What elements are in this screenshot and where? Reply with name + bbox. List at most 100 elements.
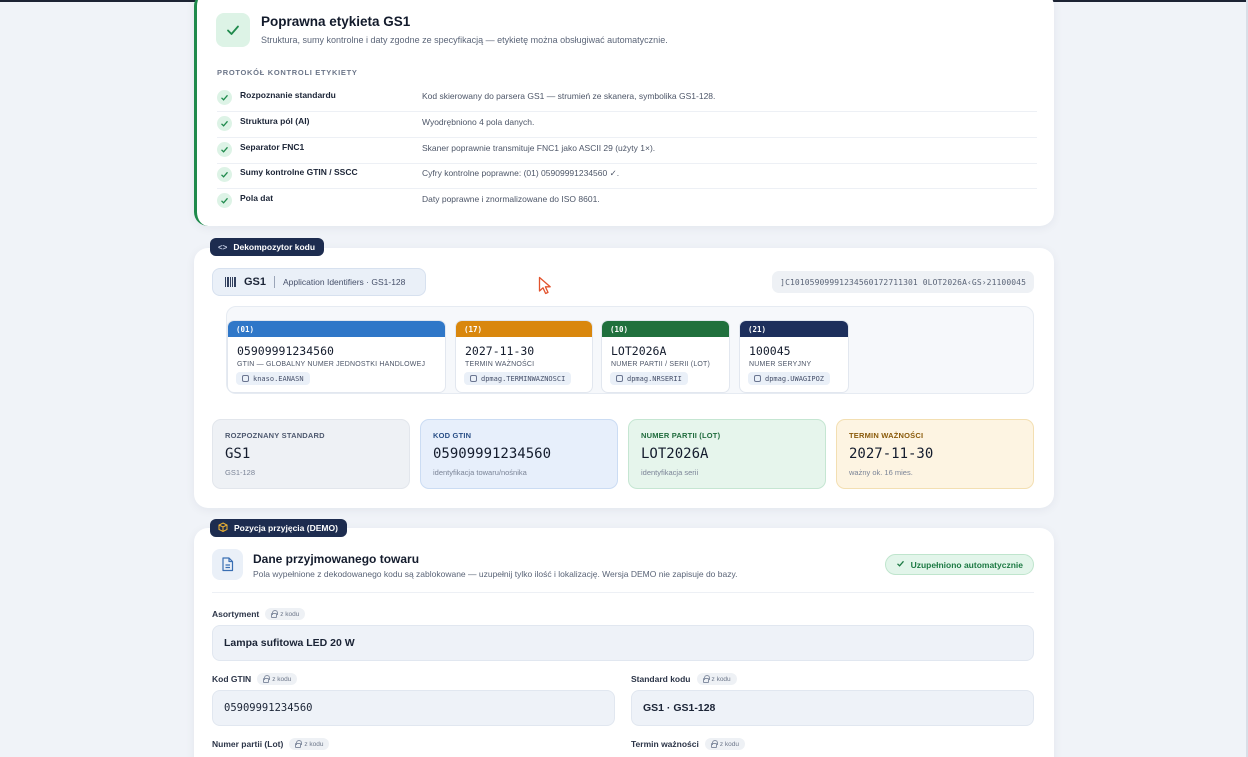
summary-sub: ważny ok. 16 mies. — [849, 468, 913, 477]
field-label-text: Asortyment — [212, 609, 260, 619]
database-icon — [616, 375, 623, 382]
check-icon — [217, 167, 232, 182]
standard-field[interactable]: GS1 · GS1-128 — [631, 690, 1034, 726]
db-field-tag: knaso.EANASN — [236, 372, 310, 385]
barcode-icon — [225, 277, 236, 287]
db-field-tag: dpmag.NRSERII — [610, 372, 688, 385]
auto-filled-badge: Uzupełniono automatycznie — [884, 554, 1034, 575]
ai-value: LOT2026A — [611, 344, 667, 358]
protocol-row: Rozpoznanie standardu Kod skierowany do … — [217, 86, 1037, 112]
summary-standard: ROZPOZNANY STANDARD GS1 GS1-128 — [212, 419, 410, 489]
ai-label: NUMER SERYJNY — [749, 361, 812, 368]
ai-code: (21) — [740, 321, 848, 337]
field-label-text: Numer partii (Lot) — [212, 739, 284, 749]
summary-lot: NUMER PARTII (LOT) LOT2026A identyfikacj… — [628, 419, 826, 489]
summary-title: NUMER PARTII (LOT) — [641, 431, 721, 440]
divider — [212, 592, 1034, 593]
check-desc: Wyodrębniono 4 pola danych. — [422, 117, 535, 127]
summary-value: LOT2026A — [641, 446, 709, 462]
from-code-tag: z kodu — [696, 673, 737, 685]
check-name: Pola dat — [240, 193, 274, 203]
ai-label: GTIN — GLOBALNY NUMER JEDNOSTKI HANDLOWE… — [237, 361, 426, 368]
ai-box-17: (17) 2027-11-30 TERMIN WAŻNOŚCI dpmag.TE… — [455, 320, 593, 393]
lot-label: Numer partii (Lot) z kodu — [212, 738, 330, 750]
db-field-name: dpmag.TERMINWAZNOSCI — [481, 374, 566, 383]
gtin-field[interactable]: 05909991234560 — [212, 690, 615, 726]
summary-title: TERMIN WAŻNOŚCI — [849, 431, 924, 440]
protocol-row: Pola dat Daty poprawne i znormalizowane … — [217, 189, 1037, 215]
check-desc: Daty poprawne i znormalizowane do ISO 86… — [422, 194, 600, 204]
summary-sub: identyfikacja towaru/nośnika — [433, 468, 527, 477]
receipt-form-card: Dane przyjmowanego towaru Pola wypełnion… — [194, 528, 1054, 757]
from-code-tag: z kodu — [257, 673, 298, 685]
decoder-section-pill: <> Dekompozytor kodu — [210, 238, 325, 256]
asortyment-field[interactable]: Lampa sufitowa LED 20 W — [212, 625, 1034, 661]
summary-sub: identyfikacja serii — [641, 468, 699, 477]
db-field-name: dpmag.NRSERII — [627, 374, 682, 383]
summary-expiry: TERMIN WAŻNOŚCI 2027-11-30 ważny ok. 16 … — [836, 419, 1034, 489]
protocol-label: PROTOKÓŁ KONTROLI ETYKIETY — [217, 68, 358, 77]
check-name: Struktura pól (AI) — [240, 116, 310, 126]
lock-tag-label: z kodu — [304, 740, 324, 748]
ai-code: (01) — [228, 321, 445, 337]
ai-box-01: (01) 05909991234560 GTIN — GLOBALNY NUME… — [227, 320, 446, 393]
check-desc: Cyfry kontrolne poprawne: (01) 059099912… — [422, 168, 620, 178]
from-code-tag: z kodu — [289, 738, 330, 750]
database-icon — [754, 375, 761, 382]
summary-value: 2027-11-30 — [849, 446, 934, 462]
from-code-tag: z kodu — [265, 608, 306, 620]
protocol-row: Sumy kontrolne GTIN / SSCC Cyfry kontrol… — [217, 163, 1037, 189]
document-icon — [212, 549, 243, 580]
chip-separator — [274, 276, 276, 288]
ai-value: 05909991234560 — [237, 344, 334, 358]
summary-title: ROZPOZNANY STANDARD — [225, 431, 325, 440]
standard-name: GS1 — [244, 276, 267, 288]
check-icon — [217, 116, 232, 131]
expiry-label: Termin ważności z kodu — [631, 738, 746, 750]
standard-description: Application Identifiers · GS1-128 — [283, 277, 406, 287]
db-field-tag: dpmag.UWAGIPOZ — [748, 372, 831, 385]
check-icon — [896, 559, 905, 570]
decoder-pill-label: Dekompozytor kodu — [233, 242, 316, 252]
lock-tag-label: z kodu — [272, 675, 292, 683]
check-icon — [217, 142, 232, 157]
check-icon — [217, 193, 232, 208]
database-icon — [470, 375, 477, 382]
ai-fields-panel: (01) 05909991234560 GTIN — GLOBALNY NUME… — [226, 306, 1034, 394]
gtin-label: Kod GTIN z kodu — [212, 673, 298, 685]
db-field-name: dpmag.UWAGIPOZ — [765, 374, 825, 383]
check-name: Separator FNC1 — [240, 142, 305, 152]
field-label-text: Kod GTIN — [212, 674, 252, 684]
auto-filled-label: Uzupełniono automatycznie — [910, 559, 1023, 570]
protocol-row: Separator FNC1 Skaner poprawnie transmit… — [217, 138, 1037, 164]
validation-card: Poprawna etykieta GS1 Struktura, sumy ko… — [194, 0, 1054, 226]
validation-title: Poprawna etykieta GS1 — [261, 14, 411, 29]
check-name: Rozpoznanie standardu — [240, 90, 336, 100]
raw-code: ]C10105909991234560172711301 0LOT2026A‹G… — [772, 271, 1034, 293]
receipt-pill-label: Pozycja przyjęcia (DEMO) — [234, 523, 338, 533]
box-icon — [218, 522, 228, 534]
check-desc: Skaner poprawnie transmituje FNC1 jako A… — [422, 143, 656, 153]
summary-gtin: KOD GTIN 05909991234560 identyfikacja to… — [420, 419, 618, 489]
lock-icon — [702, 674, 710, 683]
decoder-card: GS1 Application Identifiers · GS1-128 ]C… — [194, 248, 1054, 508]
summary-value: 05909991234560 — [433, 446, 552, 462]
lock-icon — [295, 739, 303, 748]
code-icon: <> — [218, 242, 228, 252]
lock-icon — [710, 739, 718, 748]
lock-icon — [263, 674, 271, 683]
field-label-text: Termin ważności — [631, 739, 699, 749]
receipt-section-pill: Pozycja przyjęcia (DEMO) — [210, 519, 347, 537]
summary-sub: GS1-128 — [225, 468, 256, 477]
from-code-tag: z kodu — [704, 738, 746, 750]
field-label-text: Standard kodu — [631, 674, 691, 684]
check-icon — [216, 13, 250, 47]
lock-icon — [271, 609, 279, 618]
ai-code: (17) — [456, 321, 592, 337]
ai-value: 2027-11-30 — [465, 344, 535, 358]
lock-tag-label: z kodu — [711, 675, 731, 683]
ai-label: TERMIN WAŻNOŚCI — [465, 361, 535, 368]
lock-tag-label: z kodu — [280, 610, 300, 618]
ai-box-10: (10) LOT2026A NUMER PARTII / SERII (LOT)… — [601, 320, 730, 393]
form-subtitle: Pola wypełnione z dekodowanego kodu są z… — [253, 569, 738, 579]
